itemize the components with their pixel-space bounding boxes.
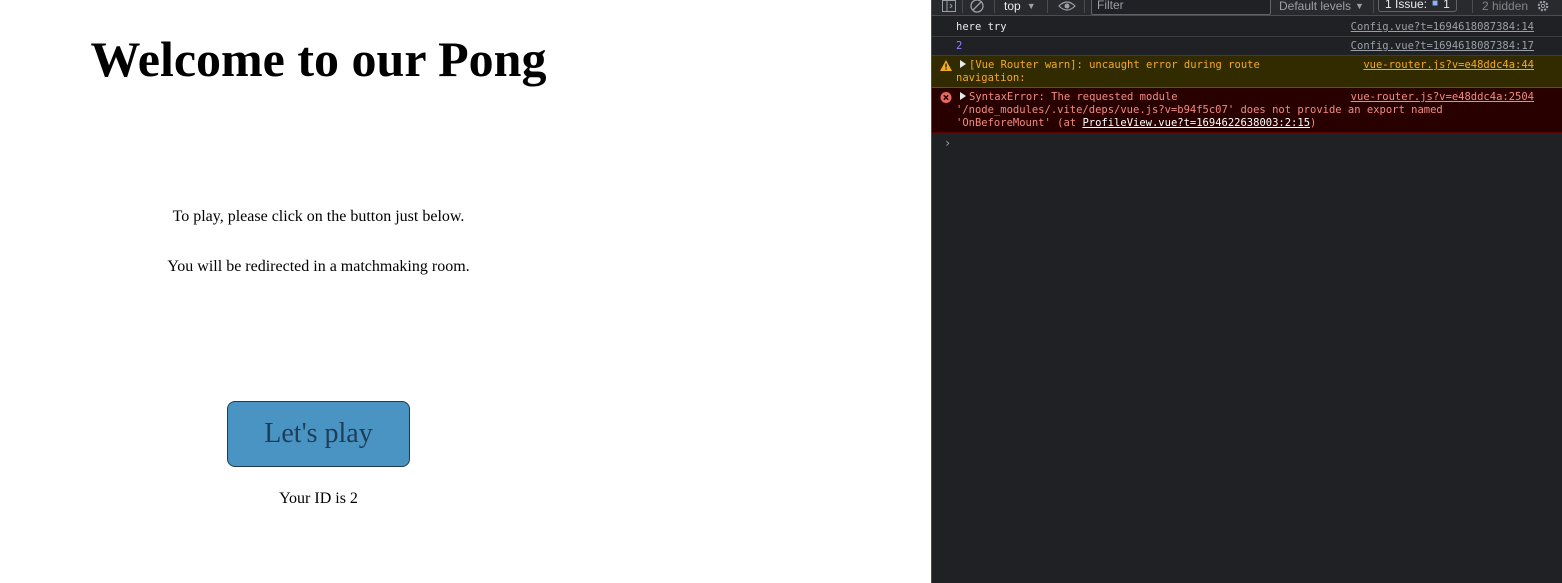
console-messages: here try Config.vue?t=1694618087384:14 2… (932, 18, 1562, 153)
console-message-continued: '/node_modules/.vite/deps/vue.js?v=b94f5… (956, 104, 1443, 116)
issues-label: 1 Issue: (1385, 0, 1428, 11)
expand-triangle-icon[interactable] (960, 92, 966, 100)
issues-count: 1 (1443, 0, 1450, 11)
clear-console-icon[interactable] (968, 0, 986, 16)
gear-icon[interactable] (1534, 0, 1552, 16)
source-link[interactable]: vue-router.js?v=e48ddc4a:44 (1359, 59, 1534, 72)
error-icon (940, 92, 952, 103)
levels-label: Default levels (1279, 0, 1352, 13)
console-prompt[interactable]: › (932, 133, 1562, 153)
expand-triangle-icon[interactable] (960, 60, 966, 68)
log-levels-dropdown[interactable]: Default levels ▼ (1279, 0, 1364, 16)
warning-icon (940, 60, 952, 71)
sidebar-toggle-icon[interactable] (940, 0, 958, 16)
context-label: top (1004, 0, 1021, 13)
console-message-continued: navigation: (956, 72, 1026, 84)
console-toolbar: top ▼ Default levels ▼ 1 Issue: ■ 1 2 hi… (932, 0, 1562, 16)
redirect-text: You will be redirected in a matchmaking … (167, 258, 470, 275)
page-title: Welcome to our Pong (90, 31, 547, 87)
eye-icon[interactable] (1056, 0, 1078, 16)
web-page: Welcome to our Pong To play, please clic… (0, 0, 931, 583)
console-message: SyntaxError: The requested module (969, 91, 1178, 103)
issues-button[interactable]: 1 Issue: ■ 1 (1378, 0, 1457, 12)
console-row-warning: [Vue Router warn]: uncaught error during… (932, 56, 1562, 88)
stack-trace-link[interactable]: ProfileView.vue?t=1694622638003:2:15 (1082, 117, 1310, 129)
console-message-suffix: ) (1310, 117, 1317, 129)
chevron-down-icon: ▼ (1026, 1, 1036, 11)
prompt-chevron-icon: › (944, 136, 952, 150)
chevron-down-icon: ▼ (1355, 1, 1364, 11)
console-message-continued: 'OnBeforeMount' (at (956, 117, 1083, 129)
instruction-text: To play, please click on the button just… (172, 208, 465, 225)
devtools-panel: top ▼ Default levels ▼ 1 Issue: ■ 1 2 hi… (931, 0, 1562, 583)
console-row-error: SyntaxError: The requested module '/node… (932, 88, 1562, 133)
lets-play-button[interactable]: Let's play (227, 401, 410, 467)
user-id-text: Your ID is 2 (279, 490, 358, 507)
console-row: 2 Config.vue?t=1694618087384:17 (932, 37, 1562, 56)
console-row: here try Config.vue?t=1694618087384:14 (932, 18, 1562, 37)
console-message: [Vue Router warn]: uncaught error during… (969, 59, 1260, 71)
source-link[interactable]: Config.vue?t=1694618087384:17 (1347, 40, 1534, 53)
hidden-count: 2 hidden (1482, 0, 1529, 13)
source-link[interactable]: vue-router.js?v=e48ddc4a:2504 (1346, 91, 1534, 104)
source-link[interactable]: Config.vue?t=1694618087384:14 (1347, 21, 1534, 34)
context-selector[interactable]: top ▼ (1004, 0, 1036, 16)
filter-input[interactable] (1091, 0, 1271, 15)
message-icon: ■ (1432, 0, 1439, 9)
